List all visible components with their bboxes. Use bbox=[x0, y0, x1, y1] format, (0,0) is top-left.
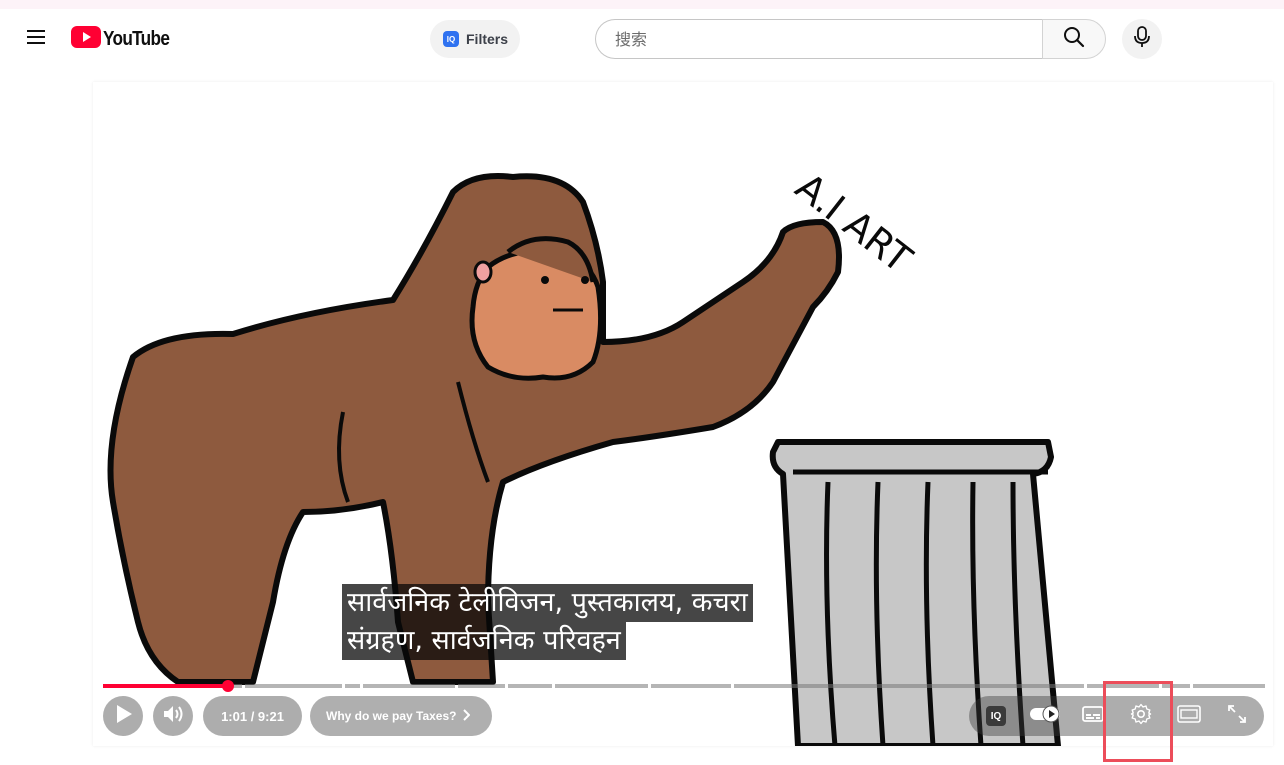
subtitles-icon bbox=[1082, 705, 1104, 727]
search-button[interactable] bbox=[1042, 19, 1106, 59]
caption-line: सार्वजनिक टेलीविजन, पुस्तकालय, कचरा bbox=[342, 584, 753, 622]
iq-extension-icon: IQ bbox=[443, 31, 459, 47]
hamburger-icon bbox=[26, 29, 46, 50]
guide-menu-button[interactable] bbox=[18, 21, 54, 57]
play-button[interactable] bbox=[103, 696, 143, 736]
autoplay-toggle[interactable] bbox=[1027, 696, 1063, 736]
iq-extension-button[interactable]: IQ bbox=[981, 696, 1011, 736]
iq-icon: IQ bbox=[986, 706, 1006, 726]
filters-button[interactable]: IQ Filters bbox=[430, 20, 520, 58]
miniplayer-icon bbox=[1177, 704, 1201, 728]
player-controls: 1:01 / 9:21 Why do we pay Taxes? IQ bbox=[93, 696, 1273, 740]
time-display: 1:01 / 9:21 bbox=[203, 696, 302, 736]
progress-played bbox=[103, 684, 228, 688]
fullscreen-icon bbox=[1227, 704, 1247, 729]
chapter-title-button[interactable]: Why do we pay Taxes? bbox=[310, 696, 492, 736]
top-banner-strip bbox=[0, 0, 1284, 9]
youtube-logo[interactable]: YouTube bbox=[71, 25, 180, 53]
mute-button[interactable] bbox=[153, 696, 193, 736]
video-player[interactable]: A.I ART सार्वजनिक टेलीविजन, पुस्तकालय, क… bbox=[93, 82, 1273, 746]
youtube-play-logo-icon bbox=[71, 25, 101, 53]
microphone-icon bbox=[1133, 25, 1151, 53]
search-input[interactable] bbox=[613, 28, 1043, 50]
settings-highlight-annotation bbox=[1103, 681, 1173, 762]
filters-label: Filters bbox=[466, 31, 509, 47]
search-icon bbox=[1063, 26, 1085, 53]
progress-bar[interactable] bbox=[103, 680, 1265, 692]
progress-scrubber[interactable] bbox=[222, 680, 234, 692]
logo-wordmark: YouTube bbox=[103, 27, 170, 50]
chapter-title: Why do we pay Taxes? bbox=[326, 709, 457, 723]
miniplayer-button[interactable] bbox=[1171, 696, 1207, 736]
captions: सार्वजनिक टेलीविजन, पुस्तकालय, कचरा संग्… bbox=[342, 584, 753, 660]
autoplay-toggle-icon bbox=[1029, 705, 1061, 728]
chevron-right-icon bbox=[462, 708, 471, 724]
search-box bbox=[595, 19, 1043, 59]
masthead: YouTube IQ Filters bbox=[0, 9, 1284, 71]
volume-icon bbox=[163, 704, 185, 729]
fullscreen-button[interactable] bbox=[1219, 696, 1255, 736]
caption-line: संग्रहण, सार्वजनिक परिवहन bbox=[342, 622, 626, 660]
voice-search-button[interactable] bbox=[1122, 19, 1162, 59]
play-icon bbox=[115, 704, 133, 729]
